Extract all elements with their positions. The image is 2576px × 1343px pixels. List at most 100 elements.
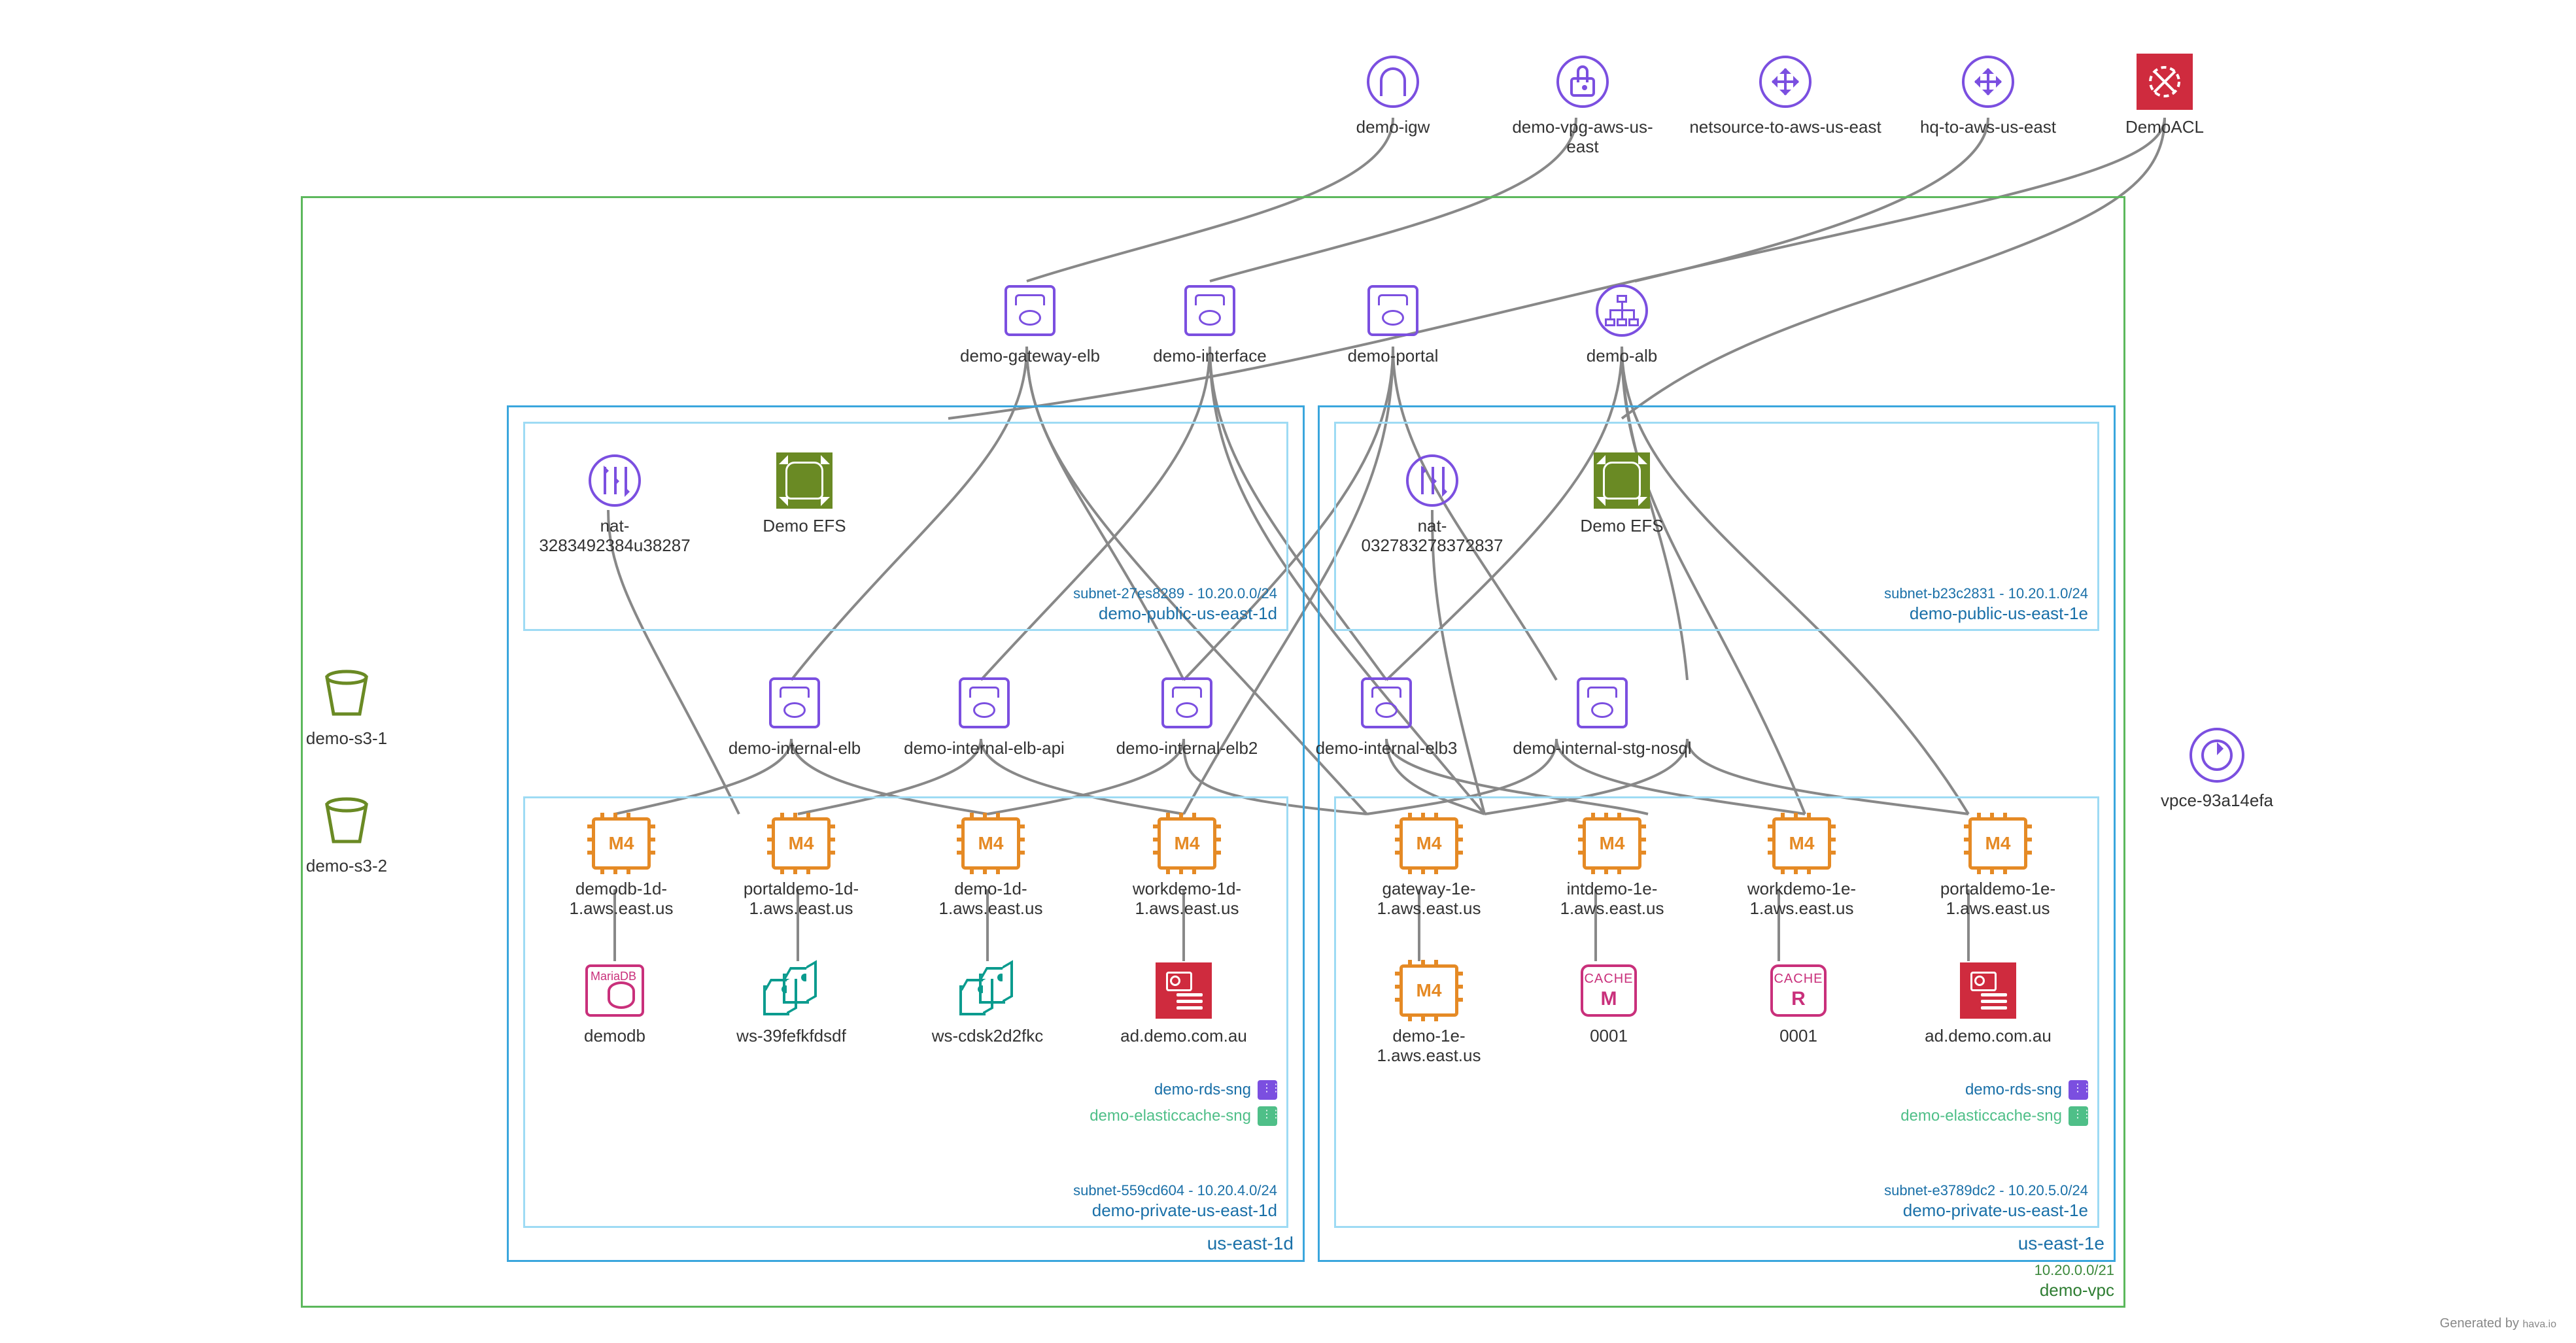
node-label: 0001 bbox=[1543, 1027, 1674, 1046]
node-nat-e[interactable]: nat-032783278372837 bbox=[1347, 451, 1517, 556]
load-balancer-icon bbox=[1367, 285, 1418, 336]
vpc-label: 10.20.0.0/21 demo-vpc bbox=[2035, 1261, 2114, 1300]
node-label: demo-vpg-aws-us-east bbox=[1498, 118, 1668, 157]
node-cache-r[interactable]: CACHER 0001 bbox=[1733, 961, 1864, 1046]
customer-gateway-icon bbox=[1962, 56, 2014, 108]
node-ec2-e1[interactable]: M4 gateway-1e-1.aws.east.us bbox=[1341, 814, 1517, 919]
ec2-icon: M4 bbox=[1400, 964, 1458, 1017]
subnet-name-text: demo-public-us-east-1e bbox=[1884, 603, 2088, 624]
node-vpg[interactable]: demo-vpg-aws-us-east bbox=[1498, 52, 1668, 157]
node-int-elb-a[interactable]: demo-internal-elb bbox=[719, 673, 870, 758]
node-s3-2[interactable]: demo-s3-2 bbox=[281, 791, 412, 876]
sng-rds-label: demo-rds-sng bbox=[1154, 1080, 1251, 1100]
ec2-icon: M4 bbox=[1400, 817, 1458, 870]
load-balancer-icon bbox=[1577, 677, 1628, 728]
node-ec2-e2[interactable]: M4 intdemo-1e-1.aws.east.us bbox=[1524, 814, 1700, 919]
node-label: nat-032783278372837 bbox=[1347, 517, 1517, 556]
ec2-icon: M4 bbox=[961, 817, 1020, 870]
node-efs-d[interactable]: Demo EFS bbox=[739, 451, 870, 536]
node-int-elb-d[interactable]: demo-internal-elb3 bbox=[1308, 673, 1465, 758]
sng-rds-e: demo-rds-sng bbox=[1965, 1080, 2088, 1100]
node-portal-elb[interactable]: demo-portal bbox=[1328, 281, 1458, 366]
rds-sng-icon bbox=[1258, 1080, 1277, 1100]
node-ec2-d3[interactable]: M4 demo-1d-1.aws.east.us bbox=[902, 814, 1079, 919]
node-label: demodb-1d-1.aws.east.us bbox=[536, 879, 706, 919]
node-ec2-e4[interactable]: M4 portaldemo-1e-1.aws.east.us bbox=[1903, 814, 2093, 919]
subnet-name-text: demo-private-us-east-1e bbox=[1884, 1200, 2088, 1221]
subnet-name-text: demo-private-us-east-1d bbox=[1073, 1200, 1277, 1221]
subnet-id-text: subnet-e3789dc2 - 10.20.5.0/24 bbox=[1884, 1182, 2088, 1200]
subnet-id-text: subnet-b23c2831 - 10.20.1.0/24 bbox=[1884, 585, 2088, 603]
node-efs-e[interactable]: Demo EFS bbox=[1556, 451, 1687, 536]
nat-gateway-icon bbox=[1406, 454, 1458, 507]
node-int-elb-b[interactable]: demo-internal-elb-api bbox=[896, 673, 1073, 758]
node-ws2[interactable]: ws-cdsk2d2fkc bbox=[922, 961, 1053, 1046]
elasticache-sng-icon bbox=[2069, 1106, 2088, 1126]
node-ds-e[interactable]: ad.demo.com.au bbox=[1923, 961, 2053, 1046]
node-rds[interactable]: MariaDB demodb bbox=[549, 961, 680, 1046]
vpc-endpoint-icon bbox=[2190, 728, 2244, 783]
node-int-elb-e[interactable]: demo-internal-stg-nosql bbox=[1504, 673, 1700, 758]
node-label: demo-alb bbox=[1556, 347, 1687, 366]
node-label: ad.demo.com.au bbox=[1923, 1027, 2053, 1046]
subnet-public-e-label: subnet-b23c2831 - 10.20.1.0/24 demo-publ… bbox=[1884, 585, 2088, 624]
footer-text: Generated by bbox=[2440, 1316, 2523, 1331]
ec2-icon: M4 bbox=[1583, 817, 1641, 870]
node-label: demo-s3-1 bbox=[281, 729, 412, 749]
ec2-icon: M4 bbox=[1158, 817, 1216, 870]
sng-elc-d: demo-elasticcache-sng bbox=[1090, 1106, 1277, 1126]
s3-bucket-icon bbox=[320, 668, 373, 718]
node-ec2-d1[interactable]: M4 demodb-1d-1.aws.east.us bbox=[536, 814, 706, 919]
architecture-diagram: 10.20.0.0/21 demo-vpc us-east-1d us-east… bbox=[0, 0, 2576, 1343]
nat-gateway-icon bbox=[589, 454, 641, 507]
load-balancer-icon bbox=[769, 677, 820, 728]
node-gateway-elb[interactable]: demo-gateway-elb bbox=[955, 281, 1105, 366]
rds-mariadb-icon: MariaDB bbox=[585, 964, 644, 1017]
node-vpce[interactable]: vpce-93a14efa bbox=[2152, 726, 2282, 811]
node-label: vpce-93a14efa bbox=[2152, 791, 2282, 811]
node-acl[interactable]: DemoACL bbox=[2099, 52, 2230, 137]
node-ec2-e5[interactable]: M4 demo-1e-1.aws.east.us bbox=[1341, 961, 1517, 1066]
node-label: workdemo-1e-1.aws.east.us bbox=[1707, 879, 1897, 919]
node-label: demo-internal-elb-api bbox=[896, 739, 1073, 758]
node-label: ad.demo.com.au bbox=[1118, 1027, 1249, 1046]
node-ec2-d2[interactable]: M4 portaldemo-1d-1.aws.east.us bbox=[713, 814, 889, 919]
load-balancer-icon bbox=[1005, 285, 1056, 336]
node-ws1[interactable]: ws-39fefkfdsdf bbox=[726, 961, 857, 1046]
igw-icon bbox=[1367, 56, 1419, 108]
sng-rds-d: demo-rds-sng bbox=[1154, 1080, 1277, 1100]
node-nat-d[interactable]: nat-3283492384u38287 bbox=[530, 451, 700, 556]
node-cgw2[interactable]: hq-to-aws-us-east bbox=[1910, 52, 2067, 137]
load-balancer-icon bbox=[1184, 285, 1235, 336]
footer-link[interactable]: hava.io bbox=[2522, 1319, 2556, 1330]
node-label: demo-igw bbox=[1328, 118, 1458, 137]
node-ec2-d4[interactable]: M4 workdemo-1d-1.aws.east.us bbox=[1092, 814, 1282, 919]
az-e-label: us-east-1e bbox=[2018, 1232, 2104, 1255]
node-label: demo-gateway-elb bbox=[955, 347, 1105, 366]
node-label: workdemo-1d-1.aws.east.us bbox=[1092, 879, 1282, 919]
node-label: demo-internal-elb3 bbox=[1308, 739, 1465, 758]
node-alb[interactable]: demo-alb bbox=[1556, 281, 1687, 366]
node-int-elb-c[interactable]: demo-internal-elb2 bbox=[1112, 673, 1262, 758]
directory-service-icon bbox=[1960, 962, 2016, 1019]
node-igw[interactable]: demo-igw bbox=[1328, 52, 1458, 137]
node-s3-1[interactable]: demo-s3-1 bbox=[281, 664, 412, 749]
node-ds-d[interactable]: ad.demo.com.au bbox=[1118, 961, 1249, 1046]
node-ec2-e3[interactable]: M4 workdemo-1e-1.aws.east.us bbox=[1707, 814, 1897, 919]
node-interface-elb[interactable]: demo-interface bbox=[1144, 281, 1275, 366]
load-balancer-icon bbox=[1361, 677, 1412, 728]
ec2-icon: M4 bbox=[1968, 817, 2027, 870]
node-label: demo-portal bbox=[1328, 347, 1458, 366]
node-cgw1[interactable]: netsource-to-aws-us-east bbox=[1687, 52, 1883, 137]
vpc-name-text: demo-vpc bbox=[2035, 1280, 2114, 1301]
node-label: demo-1d-1.aws.east.us bbox=[902, 879, 1079, 919]
subnet-public-d-label: subnet-27es8289 - 10.20.0.0/24 demo-publ… bbox=[1073, 585, 1277, 624]
node-label: Demo EFS bbox=[1556, 517, 1687, 536]
az-e-name: us-east-1e bbox=[2018, 1232, 2104, 1255]
az-d-label: us-east-1d bbox=[1207, 1232, 1294, 1255]
node-label: gateway-1e-1.aws.east.us bbox=[1341, 879, 1517, 919]
sng-elc-e: demo-elasticcache-sng bbox=[1900, 1106, 2088, 1126]
elasticache-sng-icon bbox=[1258, 1106, 1277, 1126]
vpc-cidr-text: 10.20.0.0/21 bbox=[2035, 1261, 2114, 1280]
node-cache-m[interactable]: CACHEM 0001 bbox=[1543, 961, 1674, 1046]
